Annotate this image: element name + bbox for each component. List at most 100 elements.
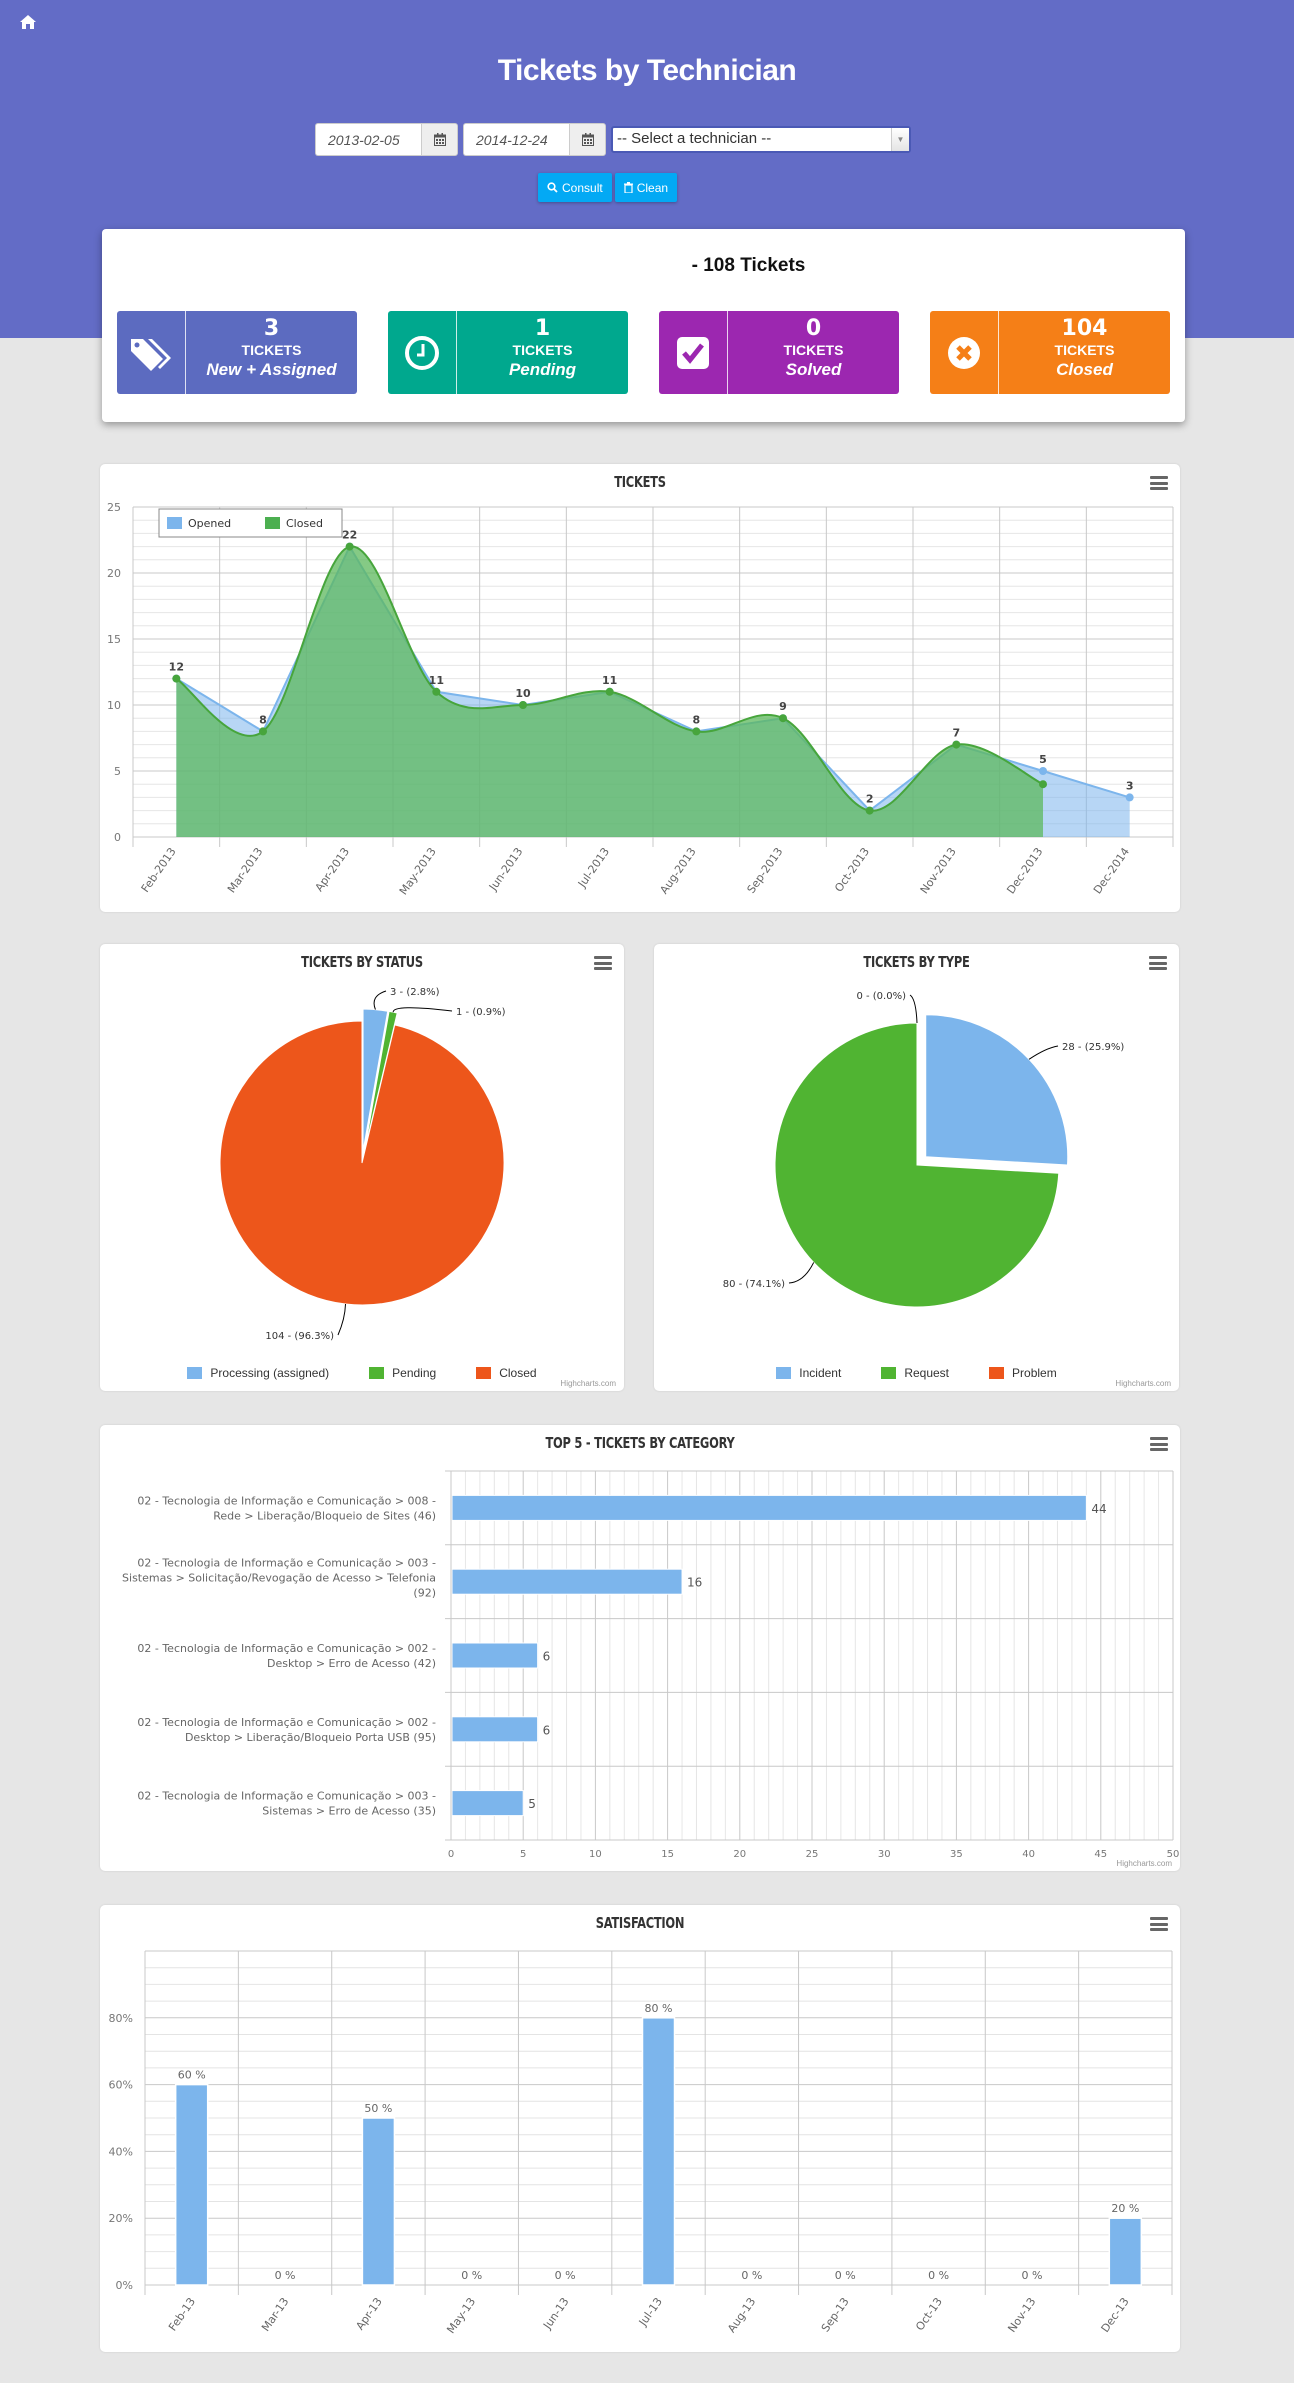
legend-item[interactable]: Closed	[476, 1366, 537, 1380]
bar	[641, 2017, 676, 2286]
category-label: Sistemas > Erro de Acesso (35)	[262, 1805, 436, 1818]
legend-label: Closed	[499, 1366, 537, 1380]
stat-card-pending[interactable]: 1 TICKETS Pending	[388, 311, 628, 394]
bar-value-label: 6	[543, 1650, 551, 1664]
bar	[451, 1568, 683, 1595]
closed-point	[952, 740, 961, 749]
opened-point	[1039, 767, 1047, 775]
legend-item[interactable]: Pending	[369, 1366, 436, 1380]
legend-label: Processing (assigned)	[210, 1366, 330, 1380]
data-label: 10	[515, 687, 531, 700]
x-tick-label: May-13	[444, 2295, 478, 2336]
y-tick-label: 5	[114, 765, 121, 778]
bar-value-label: 16	[687, 1576, 702, 1590]
stat-card-new-assigned[interactable]: 3 TICKETS New + Assigned	[117, 311, 357, 394]
stat-card-solved[interactable]: 0 TICKETS Solved	[659, 311, 899, 394]
closed-point	[519, 701, 527, 709]
data-label: 12	[169, 661, 184, 674]
stat-status: New + Assigned	[206, 360, 337, 379]
legend-swatch	[776, 1367, 792, 1379]
y-tick-label: 20%	[109, 2212, 133, 2225]
stat-label: TICKETS	[783, 342, 844, 358]
chevron-down-icon: ▼	[891, 128, 909, 151]
action-buttons: Consult Clean	[538, 173, 678, 202]
pie-slice	[219, 1020, 505, 1306]
legend-item[interactable]: Incident	[776, 1366, 841, 1380]
search-icon	[547, 182, 558, 193]
x-tick-label: Aug-2013	[657, 845, 698, 896]
clean-label: Clean	[636, 180, 669, 195]
bar	[361, 2117, 396, 2286]
home-icon[interactable]	[19, 13, 37, 31]
date-to-input[interactable]	[463, 123, 569, 156]
legend-item[interactable]: Request	[881, 1366, 949, 1380]
x-tick-label: Dec-13	[1099, 2295, 1132, 2335]
y-tick-label: 40%	[109, 2145, 133, 2158]
bar-value-label: 0 %	[275, 2269, 296, 2282]
closed-point	[345, 542, 354, 551]
pie-connector	[392, 1007, 453, 1013]
bar	[451, 1494, 1087, 1521]
closed-point	[779, 714, 787, 723]
bar-value-label: 80 %	[645, 2002, 673, 2015]
legend-item[interactable]: Problem	[989, 1366, 1057, 1380]
clean-button[interactable]: Clean	[614, 173, 678, 202]
x-tick-label: Apr-13	[353, 2295, 384, 2332]
stat-card-closed[interactable]: 104 TICKETS Closed	[930, 311, 1170, 394]
x-tick-label: 45	[1094, 1849, 1107, 1860]
x-tick-label: Feb-13	[166, 2295, 198, 2333]
x-tick-label: 20	[733, 1849, 746, 1860]
tickets-area-chart: 0510152025Feb-2013 Mar-2013 Apr-2013 May-20…	[107, 501, 1174, 897]
chart-credit[interactable]: Highcharts.com	[1115, 1379, 1171, 1388]
legend-label: Opened	[188, 517, 231, 530]
chart-credit[interactable]: Highcharts.com	[1116, 1859, 1172, 1868]
date-to-calendar-button[interactable]	[569, 123, 606, 156]
category-label: Rede > Liberação/Bloqueio de Sites (46)	[213, 1509, 436, 1522]
data-label: 8	[259, 713, 267, 726]
y-tick-label: 0	[114, 831, 121, 844]
bar	[451, 1790, 524, 1817]
check-square-icon	[677, 336, 709, 369]
x-tick-label: 25	[806, 1849, 819, 1860]
legend-swatch	[881, 1367, 897, 1379]
date-from-input[interactable]	[315, 123, 421, 156]
legend-swatch	[989, 1367, 1005, 1379]
x-tick-label: Jul-13	[636, 2295, 665, 2329]
consult-button[interactable]: Consult	[538, 173, 612, 202]
x-tick-label: Dec-2014	[1091, 845, 1132, 896]
stat-value: 104	[1061, 316, 1108, 341]
bar-value-label: 5	[528, 1797, 536, 1811]
legend-swatch	[369, 1367, 385, 1379]
data-label: 5	[1039, 753, 1047, 766]
category-label: (92)	[413, 1587, 436, 1600]
x-tick-label: Feb-2013	[139, 845, 179, 895]
bar	[1108, 2217, 1143, 2286]
data-label: 11	[429, 674, 444, 687]
tickets-chart-panel: TICKETS 0 5 10 15 20 25 Feb-2013 Mar-2013 Apr-20…	[100, 464, 1180, 912]
data-label: 7	[953, 727, 961, 740]
x-tick-label: Mar-13	[259, 2295, 291, 2334]
x-tick-label: 0	[448, 1849, 454, 1860]
date-from-calendar-button[interactable]	[421, 123, 458, 156]
bar-value-label: 6	[543, 1723, 551, 1737]
summary-panel: - 108 Tickets 3 TICKETS New + Assigned 1…	[102, 229, 1185, 422]
bar-value-label: 60 %	[178, 2069, 206, 2082]
category-label: Sistemas > Solicitação/Revogação de Aces…	[122, 1572, 436, 1585]
y-tick-label: 15	[107, 633, 121, 646]
category-label: 02 - Tecnologia de Informação e Comunica…	[137, 1494, 436, 1507]
trash-icon	[623, 182, 633, 193]
x-tick-label: Nov-13	[1005, 2295, 1038, 2335]
x-tick-label: Oct-13	[913, 2295, 945, 2333]
legend-item[interactable]: Processing (assigned)	[187, 1366, 329, 1380]
closed-point	[605, 687, 614, 696]
legend-label: Closed	[286, 517, 323, 530]
chart-credit[interactable]: Highcharts.com	[560, 1379, 616, 1388]
category-label: Desktop > Erro de Acesso (42)	[267, 1657, 436, 1670]
technician-select[interactable]: -- Select a technician -- ▼	[611, 126, 911, 153]
stat-value: 3	[263, 316, 280, 341]
bar-value-label: 50 %	[364, 2102, 392, 2115]
x-tick-label: 10	[589, 1849, 602, 1860]
y-tick-label: 10	[107, 699, 121, 712]
legend-swatch	[265, 517, 280, 529]
bar-value-label: 44	[1091, 1502, 1106, 1516]
